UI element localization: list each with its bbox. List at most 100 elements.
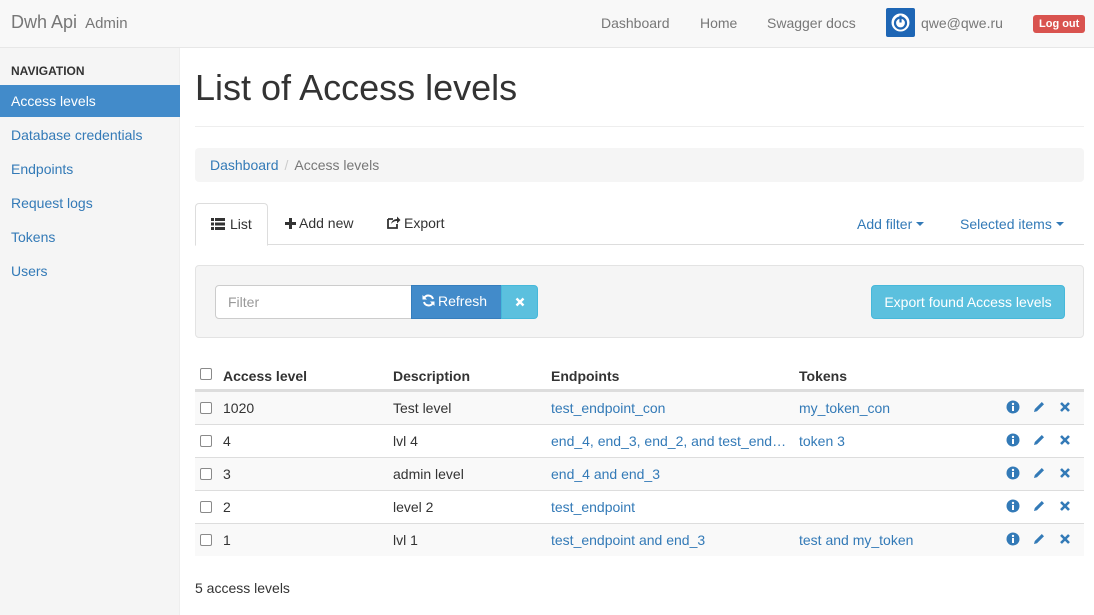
cell-endpoints[interactable]: test_endpoint [551,499,791,515]
cell-description: lvl 4 [393,433,418,449]
action-tabs: List Add new Export Add filter Selected … [195,203,1084,246]
sidebar-item-access-levels[interactable]: Access levels [0,85,180,117]
info-icon[interactable] [1006,433,1020,447]
power-icon [891,13,910,32]
cell-description: admin level [393,466,464,482]
delete-icon[interactable] [1058,466,1072,480]
info-icon[interactable] [1006,400,1020,414]
table-header: Access level Description Endpoints Token… [195,358,1084,391]
share-icon [387,216,401,229]
row-actions [1006,433,1074,449]
edit-pencil-icon[interactable] [1032,400,1046,414]
nav-dashboard-link[interactable]: Dashboard [601,15,670,31]
export-found-button[interactable]: Export found Access levels [871,285,1065,319]
cell-access-level: 1 [223,532,231,548]
title-divider [195,126,1084,127]
add-filter-label: Add filter [857,216,913,232]
user-avatar[interactable] [886,8,915,37]
cell-tokens[interactable]: my_token_con [799,400,999,416]
select-all-checkbox[interactable] [200,368,212,380]
sidebar-item-users[interactable]: Users [0,255,180,287]
row-actions [1006,499,1074,515]
tab-export-label: Export [404,215,445,231]
nav-swagger-link[interactable]: Swagger docs [767,15,856,31]
column-header-tokens[interactable]: Tokens [799,368,847,384]
edit-pencil-icon[interactable] [1032,433,1046,447]
plus-icon [285,218,296,229]
brand-title: Dwh Api [11,12,78,32]
cell-description: lvl 1 [393,532,418,548]
cell-tokens[interactable]: test and my_token [799,532,999,548]
cell-endpoints[interactable]: test_endpoint and end_3 [551,532,791,548]
table-row: 2 level 2 test_endpoint [195,490,1084,523]
cell-access-level: 3 [223,466,231,482]
table-row: 4 lvl 4 end_4, end_3, end_2, and test_en… [195,424,1084,457]
breadcrumb-dashboard-link[interactable]: Dashboard [210,157,279,173]
edit-pencil-icon[interactable] [1032,499,1046,513]
info-icon[interactable] [1006,499,1020,513]
column-header-access-level[interactable]: Access level [223,368,307,384]
page-title: List of Access levels [195,67,518,108]
refresh-icon [422,294,435,307]
cell-endpoints[interactable]: end_4 and end_3 [551,466,791,482]
delete-icon[interactable] [1058,499,1072,513]
sidebar-item-endpoints[interactable]: Endpoints [0,153,180,185]
row-checkbox[interactable] [200,534,212,546]
tab-add-new[interactable]: Add new [270,203,368,245]
delete-icon[interactable] [1058,532,1072,546]
cell-access-level: 1020 [223,400,255,416]
sidebar-header: Navigation [11,64,85,78]
cell-access-level: 2 [223,499,231,515]
user-email[interactable]: qwe@qwe.ru [921,15,1003,31]
tab-add-new-label: Add new [299,215,354,231]
sidebar-item-database-credentials[interactable]: Database credentials [0,119,180,151]
row-checkbox[interactable] [200,501,212,513]
selected-items-label: Selected items [960,216,1052,232]
tab-list[interactable]: List [195,203,268,246]
add-filter-dropdown[interactable]: Add filter [857,216,925,232]
close-icon [515,297,524,307]
caret-down-icon [1055,222,1064,226]
row-actions [1006,400,1074,416]
table-row: 3 admin level end_4 and end_3 [195,457,1084,490]
cell-tokens[interactable]: token 3 [799,433,999,449]
table-row: 1 lvl 1 test_endpoint and end_3 test and… [195,523,1084,556]
refresh-button[interactable]: Refresh [411,285,502,319]
refresh-label: Refresh [438,293,488,309]
selected-items-dropdown[interactable]: Selected items [960,216,1064,232]
column-header-description[interactable]: Description [393,368,470,384]
sidebar: Navigation Access levels Database creden… [0,48,180,615]
row-checkbox[interactable] [200,402,212,414]
result-count: 5 access levels [195,580,290,596]
delete-icon[interactable] [1058,400,1072,414]
row-actions [1006,532,1074,548]
sidebar-item-tokens[interactable]: Tokens [0,221,180,253]
logout-button[interactable]: Log out [1033,15,1086,33]
edit-pencil-icon[interactable] [1032,466,1046,480]
breadcrumb: Dashboard / Access levels [195,148,1084,182]
info-icon[interactable] [1006,466,1020,480]
breadcrumb-separator: / [284,157,289,173]
edit-pencil-icon[interactable] [1032,532,1046,546]
row-checkbox[interactable] [200,468,212,480]
sidebar-item-request-logs[interactable]: Request logs [0,187,180,219]
cell-endpoints[interactable]: test_endpoint_con [551,400,791,416]
filter-panel: Refresh Export found Access levels [195,265,1084,338]
tab-export[interactable]: Export [372,203,459,245]
table-row: 1020 Test level test_endpoint_con my_tok… [195,391,1084,424]
cell-access-level: 4 [223,433,231,449]
delete-icon[interactable] [1058,433,1072,447]
cell-description: Test level [393,400,452,416]
row-checkbox[interactable] [200,435,212,447]
access-levels-table: Access level Description Endpoints Token… [195,358,1084,556]
clear-filter-button[interactable] [501,285,538,319]
brand-subtitle: Admin [85,15,128,32]
column-header-endpoints[interactable]: Endpoints [551,368,619,384]
tab-list-label: List [230,216,252,232]
info-icon[interactable] [1006,532,1020,546]
brand[interactable]: Dwh Api Admin [11,12,128,33]
cell-endpoints[interactable]: end_4, end_3, end_2, and test_end… [551,433,791,449]
caret-down-icon [916,222,925,226]
nav-home-link[interactable]: Home [700,15,737,31]
filter-input[interactable] [215,285,412,319]
